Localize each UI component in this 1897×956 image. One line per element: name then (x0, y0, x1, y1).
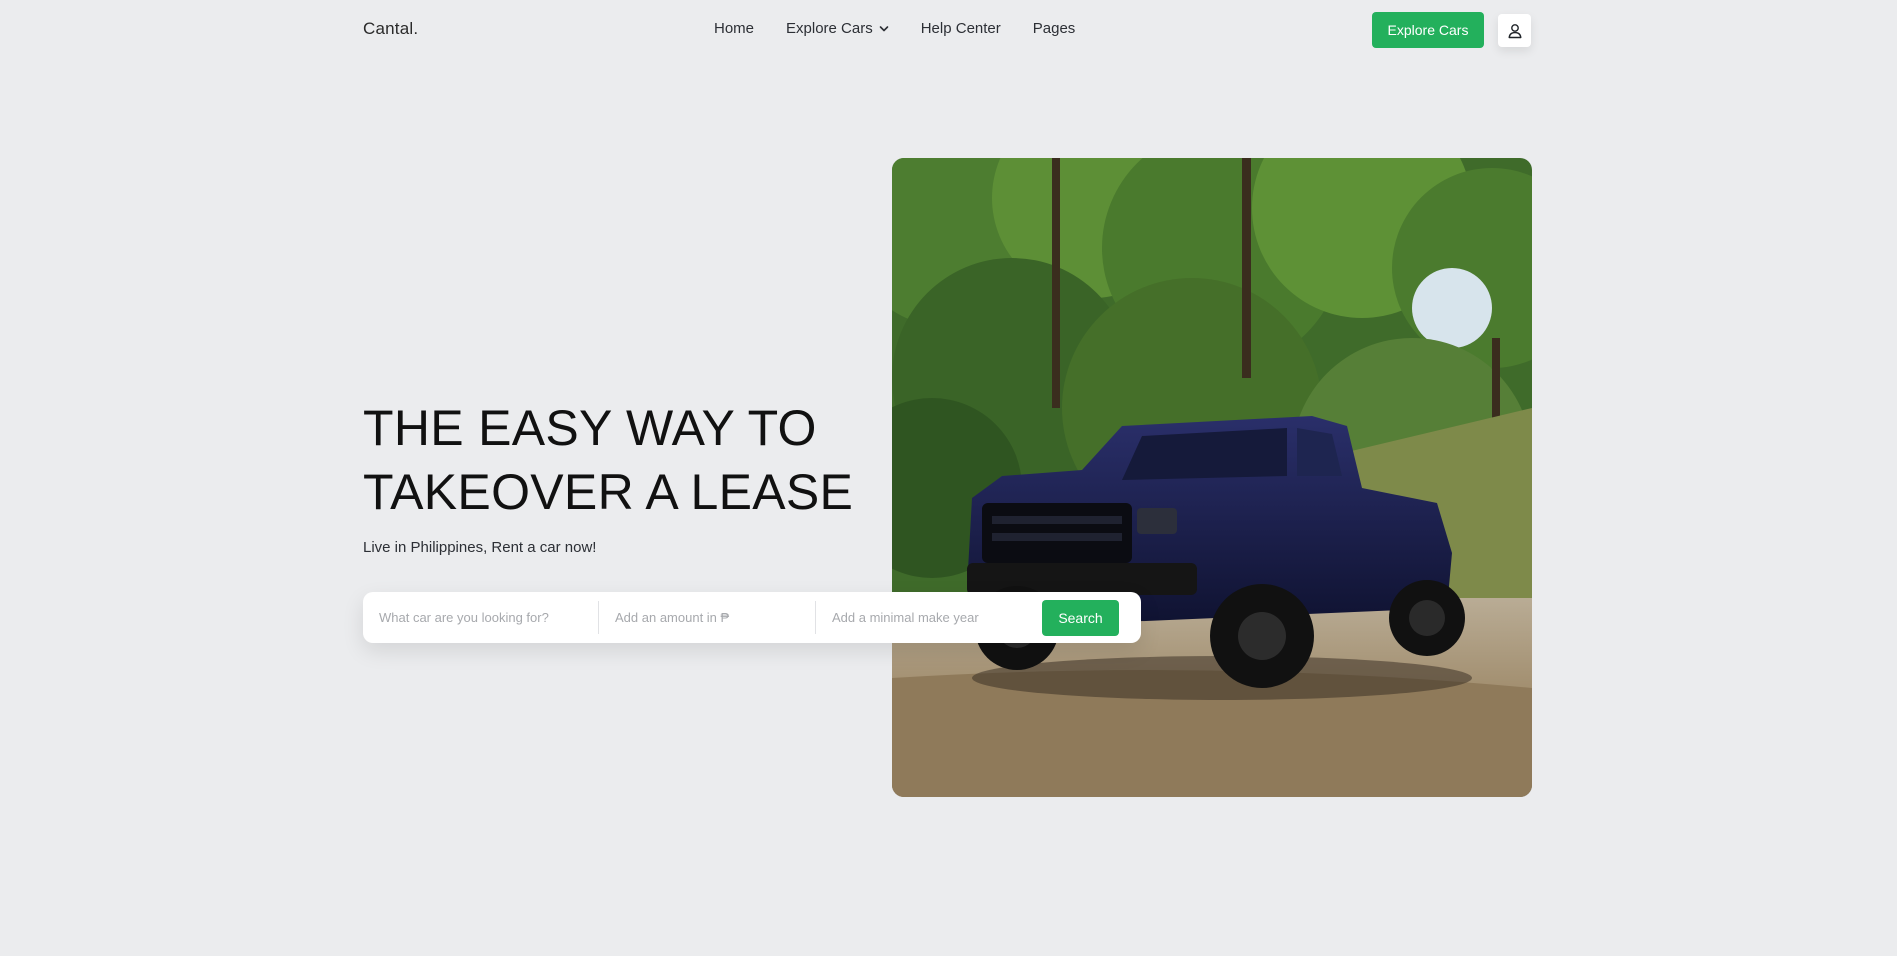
amount-input[interactable] (599, 592, 815, 643)
brand-logo[interactable]: Cantal. (363, 19, 418, 39)
search-button[interactable]: Search (1042, 599, 1119, 636)
nav-item-pages[interactable]: Pages (1033, 20, 1076, 37)
search-bar: Search (363, 592, 1141, 643)
page: Cantal. Home Explore Cars Help Center Pa… (0, 0, 1897, 956)
nav-item-label: Explore Cars (786, 20, 873, 37)
nav-item-explore-cars[interactable]: Explore Cars (786, 20, 889, 37)
nav-item-label: Home (714, 20, 755, 37)
hero-title-line-1: THE EASY WAY TO (363, 400, 817, 456)
nav-item-help-center[interactable]: Help Center (921, 20, 1001, 37)
car-search-input[interactable] (363, 592, 598, 643)
user-account-button[interactable] (1498, 14, 1531, 47)
nav-item-home[interactable]: Home (714, 20, 754, 37)
main-nav: Home Explore Cars Help Center Pages (714, 20, 1075, 37)
hero-truck-image (892, 158, 1532, 797)
pickup-truck-photo-icon (892, 158, 1532, 797)
hero-title-line-2: TAKEOVER A LEASE (363, 464, 854, 520)
user-icon (1508, 23, 1521, 38)
make-year-input[interactable] (816, 592, 1038, 643)
nav-item-label: Help Center (920, 20, 1001, 37)
hero-subtitle: Live in Philippines, Rent a car now! (363, 539, 597, 556)
hero-title: THE EASY WAY TO TAKEOVER A LEASE (363, 396, 853, 524)
explore-cars-button[interactable]: Explore Cars (1372, 12, 1484, 48)
nav-item-label: Pages (1032, 20, 1076, 37)
chevron-down-icon (879, 25, 889, 31)
